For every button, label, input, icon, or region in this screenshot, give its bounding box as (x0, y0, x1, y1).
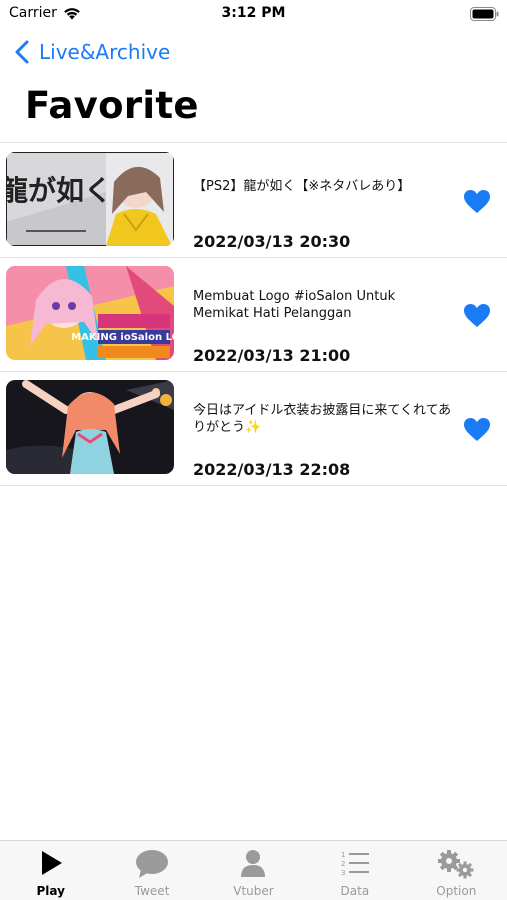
svg-text:3: 3 (341, 869, 345, 877)
back-button[interactable]: Live&Archive (14, 38, 170, 66)
chevron-left-icon (15, 40, 29, 64)
thumbnail (6, 380, 174, 474)
list-item[interactable]: 龍が如く 【PS2】龍が如く【※ネタバレあり】 2022/03/13 20:30 (0, 144, 507, 258)
item-title: 【PS2】龍が如く【※ネタバレあり】 (193, 179, 411, 194)
numbered-list-icon: 1 2 3 (341, 851, 369, 877)
tab-bar: Play Tweet Vtuber 1 2 3 Data Option (0, 840, 507, 900)
thumbnail: 龍が如く (6, 152, 174, 246)
divider (0, 485, 507, 486)
tab-option[interactable]: Option (406, 841, 507, 900)
tab-vtuber[interactable]: Vtuber (203, 841, 304, 900)
person-icon (241, 850, 266, 877)
battery-icon (470, 7, 499, 21)
list-item[interactable]: MAKING ioSalon LOGO Membuat Logo #ioSalo… (0, 258, 507, 372)
item-date: 2022/03/13 21:00 (193, 346, 351, 365)
clock: 3:12 PM (221, 5, 286, 21)
thumbnail-logo-text: 龍が如く (6, 174, 112, 207)
item-date: 2022/03/13 22:08 (193, 460, 351, 479)
page-title: Favorite (25, 84, 199, 127)
gears-icon (438, 850, 474, 879)
tab-label: Vtuber (233, 884, 274, 898)
tab-label: Play (36, 884, 65, 898)
tab-tweet[interactable]: Tweet (101, 841, 202, 900)
favorite-screen: Carrier 3:12 PM Live&Archive Favorite 龍が… (0, 0, 507, 900)
tab-play[interactable]: Play (0, 841, 101, 900)
thumbnail-logo-text: MAKING ioSalon LOGO (71, 332, 174, 343)
item-title: Membuat Logo #ioSalon Untuk Memikat Hati… (193, 289, 396, 321)
divider (0, 142, 507, 143)
list-item[interactable]: 今日はアイドル衣装お披露目に来てくれてありがとう✨ 2022/03/13 22:… (0, 372, 507, 486)
play-icon (41, 851, 62, 875)
back-label: Live&Archive (39, 40, 171, 64)
heart-icon[interactable] (463, 303, 491, 328)
tab-label: Option (436, 884, 477, 898)
heart-icon[interactable] (463, 417, 491, 442)
item-title: 今日はアイドル衣装お披露目に来てくれてありがとう✨ (193, 403, 452, 435)
status-bar: Carrier 3:12 PM (0, 0, 507, 28)
svg-text:1: 1 (341, 851, 345, 859)
heart-icon[interactable] (463, 189, 491, 214)
item-date: 2022/03/13 20:30 (193, 232, 351, 251)
svg-text:2: 2 (341, 860, 345, 868)
tab-label: Data (340, 884, 370, 898)
tab-label: Tweet (134, 884, 170, 898)
thumbnail: MAKING ioSalon LOGO (6, 266, 174, 360)
tab-data[interactable]: 1 2 3 Data (304, 841, 405, 900)
speech-bubble-icon (136, 850, 169, 878)
